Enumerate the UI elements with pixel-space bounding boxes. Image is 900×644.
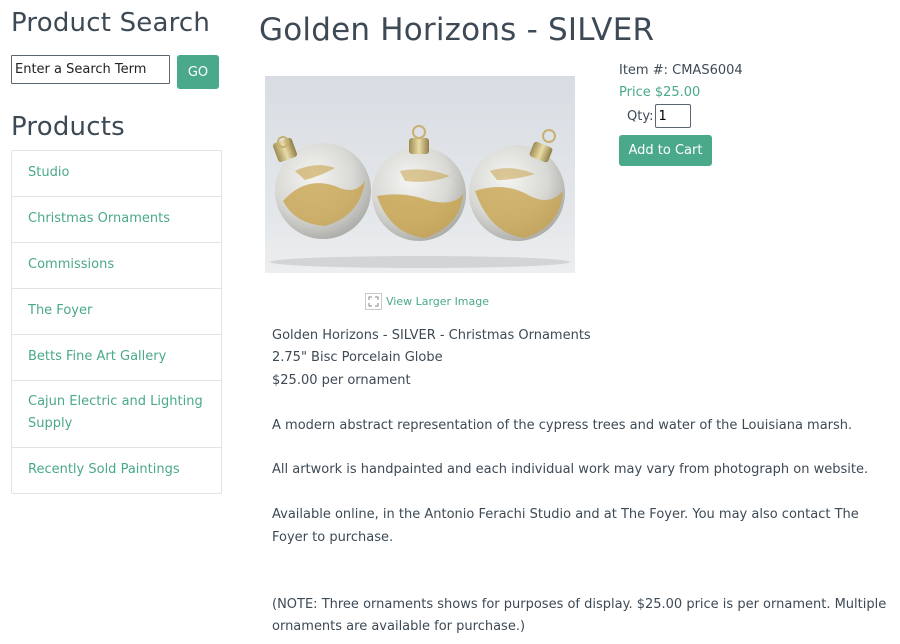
ornaments-illustration	[270, 125, 570, 268]
item-number: Item #: CMAS6004	[619, 63, 743, 78]
category-list: Studio Christmas Ornaments Commissions T…	[11, 150, 222, 494]
description-paragraph: All artwork is handpainted and each indi…	[272, 462, 869, 478]
product-search-heading: Product Search	[11, 8, 211, 38]
description-line: Golden Horizons - SILVER - Christmas Orn…	[272, 328, 591, 343]
category-link-cajun-electric[interactable]: Cajun Electric and Lighting Supply	[12, 381, 221, 448]
go-button[interactable]: GO	[177, 55, 219, 89]
product-image[interactable]	[265, 76, 575, 273]
category-link-studio[interactable]: Studio	[12, 151, 221, 197]
products-heading: Products	[11, 112, 125, 142]
category-link-recently-sold[interactable]: Recently Sold Paintings	[12, 448, 221, 493]
category-link-the-foyer[interactable]: The Foyer	[12, 289, 221, 335]
view-larger-image-label: View Larger Image	[386, 295, 490, 308]
category-link-betts-fine-art-gallery[interactable]: Betts Fine Art Gallery	[12, 335, 221, 381]
product-title: Golden Horizons - SILVER	[259, 12, 655, 48]
description-paragraph: A modern abstract representation of the …	[272, 417, 853, 433]
page: Product Search GO Products Studio Christ…	[0, 0, 900, 644]
product-description: Golden Horizons - SILVER - Christmas Orn…	[272, 325, 887, 639]
add-to-cart-button[interactable]: Add to Cart	[619, 135, 712, 166]
view-larger-image-link[interactable]: View Larger Image	[365, 293, 489, 310]
category-link-christmas-ornaments[interactable]: Christmas Ornaments	[12, 197, 221, 243]
search-form: GO	[11, 55, 219, 89]
quantity-input[interactable]	[655, 104, 692, 128]
expand-icon	[365, 293, 382, 310]
price: Price $25.00	[619, 85, 701, 100]
description-line: 2.75" Bisc Porcelain Globe	[272, 350, 443, 366]
description-note: (NOTE: Three ornaments shows for purpose…	[272, 596, 887, 635]
qty-label: Qty:	[627, 108, 654, 124]
description-line: $25.00 per ornament	[272, 372, 411, 388]
category-link-commissions[interactable]: Commissions	[12, 243, 221, 289]
search-input[interactable]	[11, 55, 170, 84]
description-paragraph: Available online, in the Antonio Ferachi…	[272, 507, 859, 545]
quantity-row: Qty:	[627, 104, 692, 128]
